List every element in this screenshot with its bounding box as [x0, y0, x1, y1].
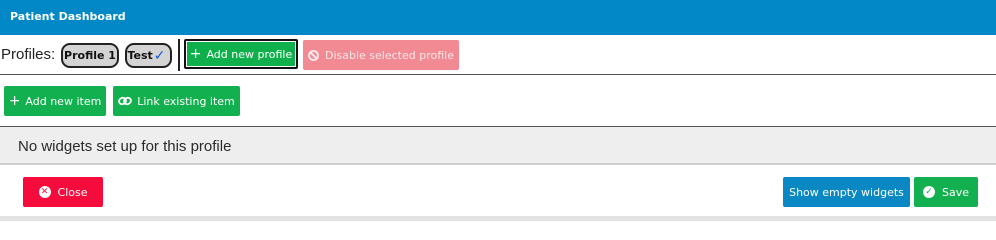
profile-pill-test[interactable]: Test ✓	[125, 43, 172, 68]
show-empty-widgets-button[interactable]: Show empty widgets	[783, 177, 910, 207]
show-empty-label: Show empty widgets	[789, 185, 904, 199]
footer-bar: ✕ Close Show empty widgets ✓ Save	[0, 166, 996, 221]
add-profile-button[interactable]: + Add new profile	[184, 39, 298, 69]
plus-icon: +	[189, 46, 202, 62]
add-item-label: Add new item	[25, 94, 102, 108]
check-circle-icon: ✓	[922, 186, 935, 198]
link-icon	[118, 96, 133, 106]
add-profile-label: Add new profile	[206, 47, 293, 61]
disable-profile-button[interactable]: Disable selected profile	[303, 40, 459, 70]
close-circle-icon: ✕	[38, 186, 51, 198]
widgets-area: No widgets set up for this profile	[0, 127, 996, 165]
save-button[interactable]: ✓ Save	[914, 177, 978, 207]
profile-pill-profile-1[interactable]: Profile 1	[61, 43, 119, 68]
plus-icon: +	[8, 93, 21, 109]
checkmark-icon: ✓	[153, 47, 166, 64]
close-label: Close	[57, 185, 88, 199]
profiles-toolbar: Profiles: Profile 1 Test ✓ + Add new pro…	[0, 35, 996, 75]
save-label: Save	[941, 185, 969, 199]
page-title: Patient Dashboard	[10, 10, 126, 23]
empty-state-message: No widgets set up for this profile	[18, 138, 232, 155]
header-bar: Patient Dashboard	[0, 0, 996, 35]
link-item-button[interactable]: Link existing item	[113, 86, 240, 116]
profile-pill-label: Profile 1	[64, 49, 116, 62]
profile-pill-label: Test	[127, 49, 153, 62]
footer-bottom-edge	[0, 216, 996, 221]
disable-profile-label: Disable selected profile	[325, 48, 454, 62]
add-item-button[interactable]: + Add new item	[4, 86, 106, 116]
profiles-label: Profiles:	[1, 46, 56, 63]
close-button[interactable]: ✕ Close	[23, 177, 103, 207]
toolbar-divider	[178, 39, 180, 71]
items-toolbar: + Add new item Link existing item	[0, 76, 996, 127]
ban-icon	[308, 49, 319, 61]
link-item-label: Link existing item	[137, 94, 235, 108]
